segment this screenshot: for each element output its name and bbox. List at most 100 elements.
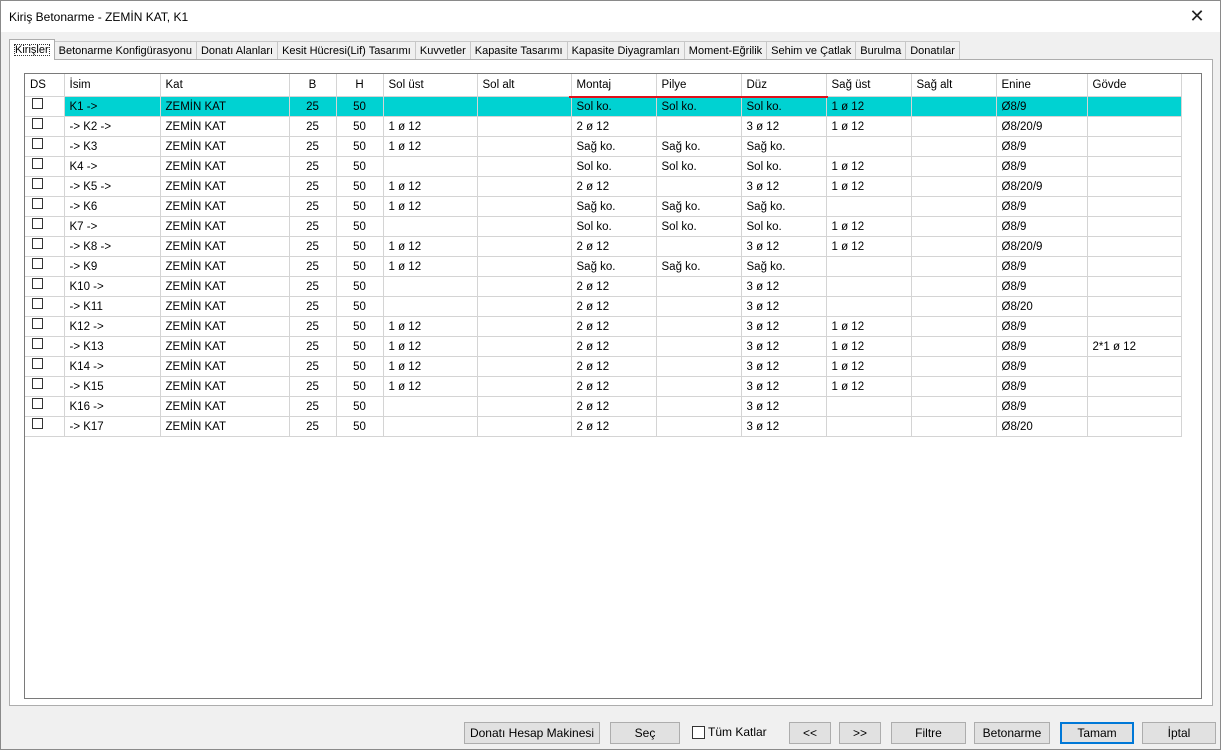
cell-govde[interactable] (1087, 196, 1182, 217)
cell-b[interactable]: 25 (289, 396, 337, 417)
cell-h[interactable]: 50 (336, 136, 384, 157)
cell-sag-ust[interactable]: 1 ø 12 (826, 376, 912, 397)
cell-b[interactable]: 25 (289, 96, 337, 117)
cell-duz[interactable]: Sol ko. (741, 216, 827, 237)
cell-ds[interactable] (25, 316, 65, 337)
cell-isim[interactable]: K10 -> (64, 276, 161, 297)
cell-duz[interactable]: 3 ø 12 (741, 236, 827, 257)
cell-ds[interactable] (25, 156, 65, 177)
cell-enine[interactable]: Ø8/9 (996, 396, 1088, 417)
cell-h[interactable]: 50 (336, 176, 384, 197)
cell-sol-alt[interactable] (477, 336, 572, 357)
table-row[interactable]: K10 -> ZEMİN KAT 25 50 2 ø 12 3 ø 12 Ø8/9 (25, 276, 1182, 297)
cell-govde[interactable] (1087, 296, 1182, 317)
cell-sol-ust[interactable]: 1 ø 12 (383, 136, 478, 157)
ds-checkbox[interactable] (32, 137, 43, 149)
cell-pilye[interactable]: Sol ko. (656, 216, 742, 237)
cell-pilye[interactable] (656, 296, 742, 317)
cell-sol-ust[interactable] (383, 96, 478, 117)
cell-sol-alt[interactable] (477, 316, 572, 337)
cell-sag-alt[interactable] (911, 296, 997, 317)
cell-sag-ust[interactable]: 1 ø 12 (826, 116, 912, 137)
table-row[interactable]: K1 -> ZEMİN KAT 25 50 Sol ko. Sol ko. Sol ko. 1… (25, 96, 1182, 117)
cell-sol-ust[interactable]: 1 ø 12 (383, 256, 478, 277)
donati-hesap-makinesi-button[interactable]: Donatı Hesap Makinesi (464, 722, 600, 744)
cell-kat[interactable]: ZEMİN KAT (160, 176, 290, 197)
cell-montaj[interactable]: 2 ø 12 (571, 316, 657, 337)
cell-sag-alt[interactable] (911, 336, 997, 357)
cell-h[interactable]: 50 (336, 336, 384, 357)
tab-kesit-hucresi[interactable]: Kesit Hücresi(Lif) Tasarımı (277, 41, 416, 60)
cell-isim[interactable]: K12 -> (64, 316, 161, 337)
cell-b[interactable]: 25 (289, 236, 337, 257)
col-header-sag-ust[interactable]: Sağ üst (826, 74, 912, 97)
ds-checkbox[interactable] (32, 177, 43, 189)
cell-sol-alt[interactable] (477, 136, 572, 157)
tab-kapasite-tasarimi[interactable]: Kapasite Tasarımı (469, 41, 568, 60)
col-header-h[interactable]: H (336, 74, 384, 97)
cell-h[interactable]: 50 (336, 156, 384, 177)
cell-montaj[interactable]: 2 ø 12 (571, 376, 657, 397)
col-header-sol-alt[interactable]: Sol alt (477, 74, 572, 97)
ds-checkbox[interactable] (32, 217, 43, 229)
tum-katlar-checkbox[interactable]: Tüm Katlar (692, 725, 767, 739)
cell-sag-ust[interactable] (826, 256, 912, 277)
cell-govde[interactable]: 2*1 ø 12 (1087, 336, 1182, 357)
cell-ds[interactable] (25, 96, 65, 117)
cell-duz[interactable]: 3 ø 12 (741, 276, 827, 297)
cell-enine[interactable]: Ø8/9 (996, 276, 1088, 297)
cell-montaj[interactable]: Sağ ko. (571, 136, 657, 157)
cell-h[interactable]: 50 (336, 216, 384, 237)
cell-isim[interactable]: -> K2 -> (64, 116, 161, 137)
cell-b[interactable]: 25 (289, 316, 337, 337)
cell-montaj[interactable]: 2 ø 12 (571, 336, 657, 357)
cell-enine[interactable]: Ø8/9 (996, 156, 1088, 177)
table-row[interactable]: K14 -> ZEMİN KAT 25 50 1 ø 12 2 ø 12 3 ø 12 1 ø… (25, 356, 1182, 377)
cell-duz[interactable]: 3 ø 12 (741, 176, 827, 197)
filtre-button[interactable]: Filtre (891, 722, 966, 744)
cell-montaj[interactable]: 2 ø 12 (571, 176, 657, 197)
cell-sol-alt[interactable] (477, 236, 572, 257)
cell-pilye[interactable] (656, 116, 742, 137)
cell-isim[interactable]: K14 -> (64, 356, 161, 377)
cell-pilye[interactable] (656, 236, 742, 257)
ds-checkbox[interactable] (32, 377, 43, 389)
cell-ds[interactable] (25, 256, 65, 277)
cell-sag-alt[interactable] (911, 116, 997, 137)
col-header-duz[interactable]: Düz (741, 74, 827, 97)
cell-montaj[interactable]: 2 ø 12 (571, 416, 657, 437)
cell-sag-ust[interactable] (826, 416, 912, 437)
cell-sol-alt[interactable] (477, 416, 572, 437)
cell-sag-ust[interactable]: 1 ø 12 (826, 356, 912, 377)
cell-b[interactable]: 25 (289, 256, 337, 277)
table-row[interactable]: -> K17 ZEMİN KAT 25 50 2 ø 12 3 ø 12 Ø8/20 (25, 416, 1182, 437)
cell-sag-alt[interactable] (911, 176, 997, 197)
cell-isim[interactable]: K7 -> (64, 216, 161, 237)
cell-enine[interactable]: Ø8/20/9 (996, 176, 1088, 197)
cell-kat[interactable]: ZEMİN KAT (160, 416, 290, 437)
cell-h[interactable]: 50 (336, 236, 384, 257)
tab-moment-egrilik[interactable]: Moment-Eğrilik (683, 41, 768, 60)
cell-enine[interactable]: Ø8/9 (996, 356, 1088, 377)
cell-govde[interactable] (1087, 136, 1182, 157)
cell-isim[interactable]: -> K5 -> (64, 176, 161, 197)
cell-sag-ust[interactable] (826, 296, 912, 317)
cell-enine[interactable]: Ø8/9 (996, 336, 1088, 357)
cell-sag-alt[interactable] (911, 196, 997, 217)
cell-montaj[interactable]: 2 ø 12 (571, 396, 657, 417)
cell-sag-alt[interactable] (911, 136, 997, 157)
cell-enine[interactable]: Ø8/20/9 (996, 116, 1088, 137)
col-header-govde[interactable]: Gövde (1087, 74, 1182, 97)
cell-h[interactable]: 50 (336, 416, 384, 437)
cell-b[interactable]: 25 (289, 376, 337, 397)
cell-sag-ust[interactable]: 1 ø 12 (826, 156, 912, 177)
cell-pilye[interactable]: Sağ ko. (656, 196, 742, 217)
cell-kat[interactable]: ZEMİN KAT (160, 376, 290, 397)
cell-govde[interactable] (1087, 156, 1182, 177)
cell-kat[interactable]: ZEMİN KAT (160, 116, 290, 137)
cell-kat[interactable]: ZEMİN KAT (160, 216, 290, 237)
cell-ds[interactable] (25, 136, 65, 157)
cell-ds[interactable] (25, 176, 65, 197)
table-row[interactable]: -> K8 -> ZEMİN KAT 25 50 1 ø 12 2 ø 12 3 ø 12 1… (25, 236, 1182, 257)
cell-sag-alt[interactable] (911, 316, 997, 337)
